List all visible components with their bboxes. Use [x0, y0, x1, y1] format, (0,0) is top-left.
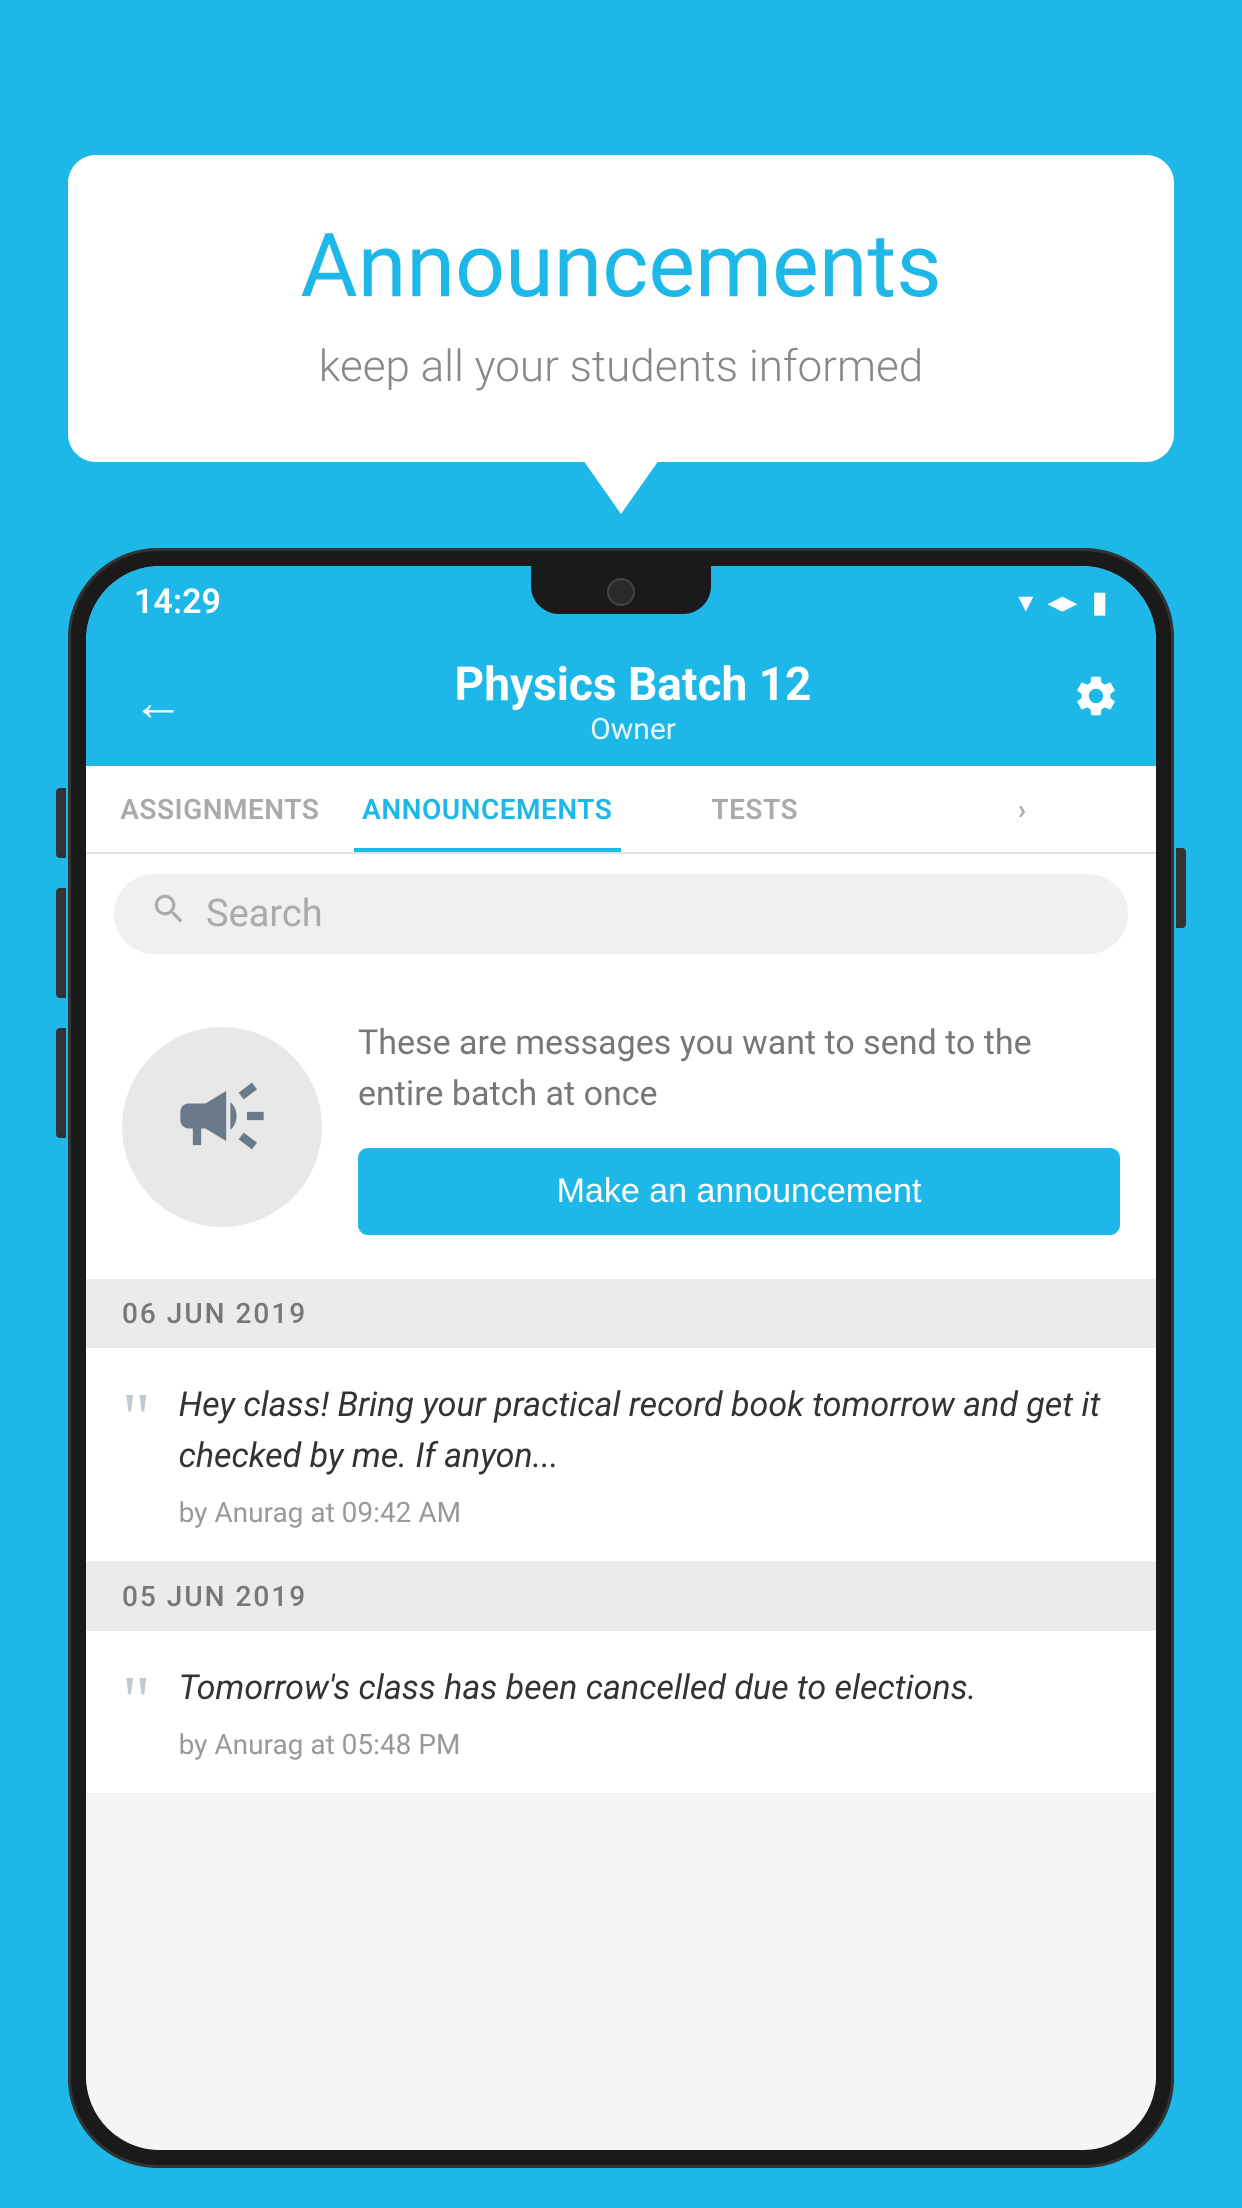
- signal-icon: ◂▸: [1047, 585, 1077, 620]
- promo-text: These are messages you want to send to t…: [358, 1018, 1120, 1120]
- front-camera: [607, 578, 635, 606]
- phone-notch: [531, 566, 711, 614]
- promo-right: These are messages you want to send to t…: [358, 1018, 1120, 1235]
- date-separator-1: 06 JUN 2019: [86, 1279, 1156, 1348]
- make-announcement-button[interactable]: Make an announcement: [358, 1148, 1120, 1235]
- silent-switch: [56, 1028, 66, 1138]
- announcement-item-2[interactable]: " Tomorrow's class has been cancelled du…: [86, 1631, 1156, 1794]
- quote-icon-2: ": [122, 1667, 151, 1737]
- announcement-item-1[interactable]: " Hey class! Bring your practical record…: [86, 1348, 1156, 1562]
- tab-announcements[interactable]: ANNOUNCEMENTS: [354, 766, 622, 852]
- search-bar-container: Search: [86, 854, 1156, 974]
- phone-mockup: 14:29 ▾ ◂▸ ▮ ← Physics Batch 12 Owner: [68, 548, 1174, 2208]
- tab-tests[interactable]: TESTS: [621, 766, 889, 852]
- tab-more[interactable]: ›: [889, 766, 1157, 852]
- date-separator-2: 05 JUN 2019: [86, 1562, 1156, 1631]
- battery-icon: ▮: [1091, 585, 1108, 620]
- phone-screen: 14:29 ▾ ◂▸ ▮ ← Physics Batch 12 Owner: [86, 566, 1156, 2150]
- app-bar-title: Physics Batch 12: [194, 658, 1072, 712]
- wifi-icon: ▾: [1018, 585, 1033, 620]
- megaphone-circle: [122, 1027, 322, 1227]
- announcement-meta-1: by Anurag at 09:42 AM: [179, 1496, 1120, 1529]
- search-placeholder: Search: [206, 892, 323, 936]
- status-icons: ▾ ◂▸ ▮: [1018, 585, 1108, 620]
- app-bar-subtitle: Owner: [194, 712, 1072, 747]
- power-button: [1176, 848, 1186, 928]
- back-button[interactable]: ←: [122, 662, 194, 743]
- megaphone-icon: [172, 1066, 272, 1188]
- settings-button[interactable]: [1072, 672, 1120, 732]
- app-bar-center: Physics Batch 12 Owner: [194, 658, 1072, 747]
- bubble-title: Announcements: [148, 215, 1094, 318]
- quote-icon-1: ": [122, 1384, 151, 1454]
- announcement-meta-2: by Anurag at 05:48 PM: [179, 1728, 977, 1761]
- bubble-subtitle: keep all your students informed: [148, 340, 1094, 392]
- announcement-text-1: Hey class! Bring your practical record b…: [179, 1380, 1120, 1482]
- announcement-content-1: Hey class! Bring your practical record b…: [179, 1380, 1120, 1529]
- speech-bubble-section: Announcements keep all your students inf…: [68, 155, 1174, 462]
- volume-up-button: [56, 788, 66, 858]
- announcement-promo: These are messages you want to send to t…: [86, 974, 1156, 1279]
- app-bar: ← Physics Batch 12 Owner: [86, 638, 1156, 766]
- tab-bar: ASSIGNMENTS ANNOUNCEMENTS TESTS ›: [86, 766, 1156, 854]
- tab-assignments[interactable]: ASSIGNMENTS: [86, 766, 354, 852]
- search-icon: [150, 890, 188, 938]
- search-bar[interactable]: Search: [114, 874, 1128, 954]
- announcement-content-2: Tomorrow's class has been cancelled due …: [179, 1663, 977, 1761]
- status-time: 14:29: [134, 582, 221, 622]
- announcement-text-2: Tomorrow's class has been cancelled due …: [179, 1663, 977, 1714]
- phone-outer: 14:29 ▾ ◂▸ ▮ ← Physics Batch 12 Owner: [68, 548, 1174, 2168]
- content-area: Search These are messages you want to se…: [86, 854, 1156, 2150]
- volume-down-button: [56, 888, 66, 998]
- speech-bubble: Announcements keep all your students inf…: [68, 155, 1174, 462]
